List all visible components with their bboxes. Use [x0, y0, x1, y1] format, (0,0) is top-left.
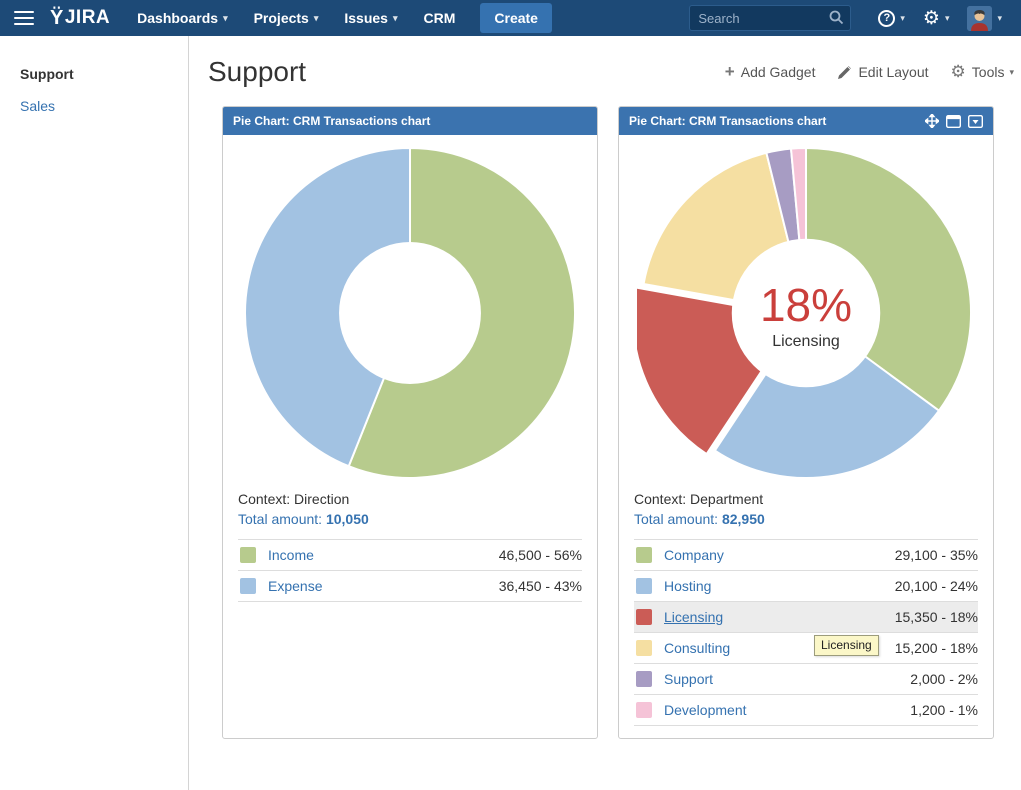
gadget-menu-icon[interactable]: [968, 115, 983, 128]
legend-row[interactable]: Company 29,100 - 35%: [634, 540, 978, 571]
chevron-down-icon: ▾: [1009, 67, 1014, 78]
center-name-label: Licensing: [772, 333, 840, 350]
donut-chart-direction[interactable]: [238, 135, 582, 483]
legend-link-support[interactable]: Support: [664, 671, 713, 687]
sidebar-item-support[interactable]: Support: [20, 66, 188, 82]
legend-value: 2,000 - 2%: [910, 671, 978, 687]
center-percent-label: 18%: [760, 279, 852, 331]
help-menu[interactable]: ? ▾: [878, 10, 905, 27]
jira-logo-icon: Ÿ: [50, 7, 64, 30]
chevron-down-icon: ▾: [945, 13, 950, 24]
legend-row[interactable]: Consulting 15,200 - 18%: [634, 633, 978, 664]
legend-value: 46,500 - 56%: [499, 547, 582, 563]
create-button[interactable]: Create: [480, 3, 552, 33]
legend-value: 1,200 - 1%: [910, 702, 978, 718]
edit-layout-button[interactable]: Edit Layout: [837, 64, 928, 80]
search-input[interactable]: [689, 5, 851, 31]
legend-row-hovered[interactable]: Licensing 15,350 - 18%: [634, 602, 978, 633]
legend-row[interactable]: Expense 36,450 - 43%: [238, 571, 582, 602]
admin-settings-menu[interactable]: ⚙ ▾: [923, 9, 950, 28]
pencil-icon: [837, 65, 852, 80]
legend-swatch: [240, 547, 256, 563]
legend-link-development[interactable]: Development: [664, 702, 747, 718]
page-title: Support: [208, 56, 306, 88]
chevron-down-icon: ▾: [997, 13, 1002, 24]
legend-row[interactable]: Income 46,500 - 56%: [238, 540, 582, 571]
hamburger-menu-icon[interactable]: [14, 7, 34, 29]
legend-swatch: [636, 578, 652, 594]
search-icon[interactable]: [829, 10, 844, 25]
chart-total: Total amount: 82,950: [634, 511, 978, 527]
gadget-header[interactable]: Pie Chart: CRM Transactions chart: [223, 107, 597, 135]
avatar: [967, 6, 992, 31]
nav-item-issues[interactable]: Issues ▾: [344, 10, 397, 26]
maximize-icon[interactable]: [946, 115, 961, 128]
jira-logo[interactable]: Ÿ JIRA: [50, 7, 110, 30]
legend-link-company[interactable]: Company: [664, 547, 724, 563]
chart-context: Context: Direction: [238, 491, 582, 507]
plus-icon: +: [725, 62, 735, 82]
nav-item-dashboards[interactable]: Dashboards ▾: [137, 10, 227, 26]
donut-hole: [339, 242, 481, 384]
legend-value: 15,350 - 18%: [895, 609, 978, 625]
legend-row[interactable]: Support 2,000 - 2%: [634, 664, 978, 695]
chart-legend: Income 46,500 - 56% Expense 36,450 - 43%: [238, 539, 582, 602]
nav-item-projects[interactable]: Projects ▾: [254, 10, 319, 26]
legend-swatch: [636, 609, 652, 625]
legend-link-licensing[interactable]: Licensing: [664, 609, 723, 625]
chart-legend: Company 29,100 - 35% Hosting 20,100 - 24…: [634, 539, 978, 726]
legend-link-income[interactable]: Income: [268, 547, 314, 563]
legend-value: 29,100 - 35%: [895, 547, 978, 563]
legend-swatch: [240, 578, 256, 594]
legend-swatch: [636, 671, 652, 687]
legend-value: 36,450 - 43%: [499, 578, 582, 594]
legend-link-expense[interactable]: Expense: [268, 578, 322, 594]
chart-total: Total amount: 10,050: [238, 511, 582, 527]
chevron-down-icon: ▾: [314, 13, 319, 24]
gear-icon: ⚙: [923, 9, 940, 28]
tools-menu-button[interactable]: ⚙ Tools ▾: [951, 62, 1014, 82]
nav-item-crm[interactable]: CRM: [424, 10, 456, 26]
legend-row[interactable]: Hosting 20,100 - 24%: [634, 571, 978, 602]
add-gadget-button[interactable]: + Add Gadget: [725, 62, 816, 82]
top-navbar: Ÿ JIRA Dashboards ▾ Projects ▾ Issues ▾ …: [0, 0, 1021, 36]
help-icon: ?: [878, 10, 895, 27]
legend-link-consulting[interactable]: Consulting: [664, 640, 730, 656]
legend-link-hosting[interactable]: Hosting: [664, 578, 711, 594]
user-profile-menu[interactable]: ▾: [967, 6, 1002, 31]
legend-swatch: [636, 702, 652, 718]
chevron-down-icon: ▾: [900, 13, 905, 24]
chevron-down-icon: ▾: [393, 13, 398, 24]
gadget-pie-chart-department: Pie Chart: CRM Transactions chart: [618, 106, 994, 739]
chart-context: Context: Department: [634, 491, 978, 507]
donut-chart-department[interactable]: 18% Licensing: [634, 135, 978, 483]
dashboard-sidebar: Support Sales: [0, 36, 189, 790]
move-icon[interactable]: [925, 114, 939, 128]
legend-row[interactable]: Development 1,200 - 1%: [634, 695, 978, 726]
licensing-tooltip: Licensing: [814, 635, 879, 656]
chevron-down-icon: ▾: [223, 13, 228, 24]
legend-value: 20,100 - 24%: [895, 578, 978, 594]
jira-logo-text: JIRA: [65, 7, 110, 29]
legend-value: 15,200 - 18%: [895, 640, 978, 656]
legend-swatch: [636, 547, 652, 563]
gadget-pie-chart-direction: Pie Chart: CRM Transactions chart Contex…: [222, 106, 598, 739]
sidebar-item-sales[interactable]: Sales: [20, 98, 188, 114]
gear-icon: ⚙: [951, 62, 966, 82]
gadget-header[interactable]: Pie Chart: CRM Transactions chart: [619, 107, 993, 135]
legend-swatch: [636, 640, 652, 656]
